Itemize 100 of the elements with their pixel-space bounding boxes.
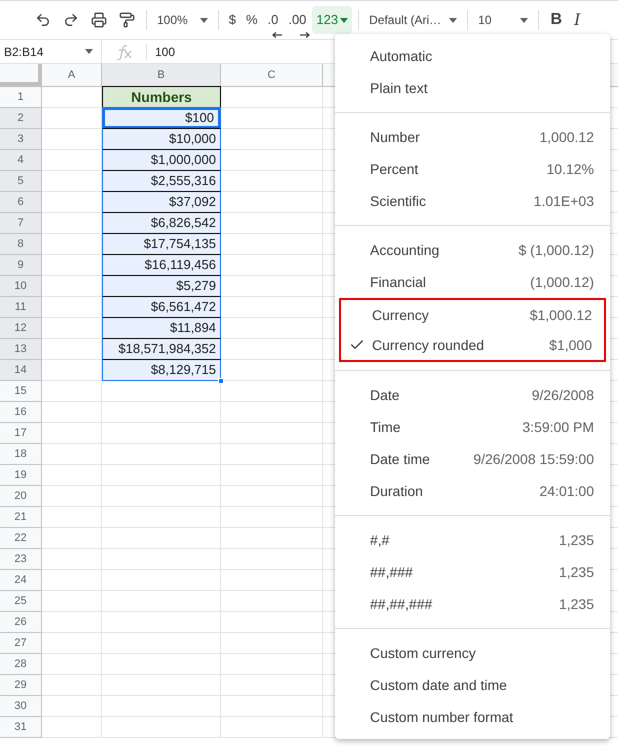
grid-cell[interactable] <box>221 360 323 381</box>
grid-cell[interactable] <box>102 570 221 591</box>
grid-cell[interactable] <box>102 696 221 717</box>
menu-item[interactable]: Currency $1,000.12 <box>339 298 606 330</box>
grid-cell[interactable] <box>221 213 323 234</box>
menu-item[interactable]: Time 3:59:00 PM <box>339 411 606 443</box>
grid-cell[interactable] <box>221 528 323 549</box>
grid-cell[interactable] <box>221 297 323 318</box>
name-box[interactable]: B2:B14 <box>0 40 102 63</box>
grid-cell[interactable] <box>221 276 323 297</box>
format-button[interactable]: % <box>242 6 262 34</box>
row-number[interactable]: 25 <box>0 591 42 612</box>
row-number[interactable]: 13 <box>0 339 42 360</box>
menu-item[interactable]: Number 1,000.12 <box>339 121 606 153</box>
grid-cell[interactable] <box>221 486 323 507</box>
grid-cell[interactable] <box>221 675 323 696</box>
row-number[interactable]: 26 <box>0 612 42 633</box>
grid-cell[interactable] <box>221 696 323 717</box>
grid-cell[interactable] <box>102 591 221 612</box>
grid-cell[interactable] <box>102 528 221 549</box>
grid-cell[interactable] <box>102 507 221 528</box>
menu-item[interactable]: Custom date and time <box>339 669 606 701</box>
row-number[interactable]: 8 <box>0 234 42 255</box>
grid-cell[interactable] <box>221 87 323 108</box>
row-number[interactable]: 12 <box>0 318 42 339</box>
grid-cell[interactable] <box>42 633 102 654</box>
grid-cell[interactable] <box>221 549 323 570</box>
grid-cell[interactable] <box>42 570 102 591</box>
menu-item[interactable]: Custom number format <box>339 701 606 733</box>
grid-cell[interactable] <box>42 612 102 633</box>
row-number[interactable]: 14 <box>0 360 42 381</box>
grid-cell[interactable] <box>42 549 102 570</box>
menu-item[interactable]: Date time 9/26/2008 15:59:00 <box>339 443 606 475</box>
menu-item[interactable]: Custom currency <box>339 637 606 669</box>
row-number[interactable]: 28 <box>0 654 42 675</box>
grid-cell[interactable] <box>42 717 102 738</box>
grid-cell[interactable] <box>102 675 221 696</box>
grid-cell[interactable] <box>102 402 221 423</box>
row-number[interactable]: 6 <box>0 192 42 213</box>
grid-cell[interactable] <box>221 150 323 171</box>
bold-button[interactable]: B <box>544 8 568 32</box>
grid-cell[interactable] <box>42 486 102 507</box>
grid-cell[interactable] <box>42 465 102 486</box>
grid-cell[interactable] <box>221 171 323 192</box>
grid-cell[interactable] <box>42 675 102 696</box>
row-number[interactable]: 19 <box>0 465 42 486</box>
grid-cell[interactable] <box>42 402 102 423</box>
grid-cell[interactable] <box>221 465 323 486</box>
grid-cell[interactable] <box>42 444 102 465</box>
print-icon[interactable] <box>91 12 107 28</box>
grid-cell[interactable] <box>102 654 221 675</box>
grid-cell[interactable] <box>102 717 221 738</box>
grid-cell[interactable] <box>221 423 323 444</box>
row-number[interactable]: 21 <box>0 507 42 528</box>
row-number[interactable]: 1 <box>0 87 42 108</box>
paint-format-icon[interactable] <box>119 12 135 28</box>
menu-item[interactable]: Scientific 1.01E+03 <box>339 185 606 217</box>
menu-item[interactable]: Financial (1,000.12) <box>339 266 606 298</box>
grid-cell[interactable] <box>221 339 323 360</box>
grid-cell[interactable] <box>42 507 102 528</box>
menu-item[interactable]: ##,### 1,235 <box>339 556 606 588</box>
row-number[interactable]: 30 <box>0 696 42 717</box>
column-header[interactable]: A <box>42 64 102 86</box>
grid-cell[interactable] <box>42 654 102 675</box>
row-number[interactable]: 15 <box>0 381 42 402</box>
undo-icon[interactable] <box>35 12 51 28</box>
row-number[interactable]: 7 <box>0 213 42 234</box>
menu-item[interactable]: Currency rounded $1,000 <box>339 330 606 362</box>
row-number[interactable]: 22 <box>0 528 42 549</box>
menu-item[interactable]: #,# 1,235 <box>339 524 606 556</box>
grid-cell[interactable] <box>102 465 221 486</box>
grid-cell[interactable] <box>221 612 323 633</box>
font-size-dropdown[interactable]: 10 <box>474 11 532 29</box>
grid-cell[interactable] <box>221 591 323 612</box>
menu-item[interactable]: Duration 24:01:00 <box>339 475 606 507</box>
menu-item[interactable]: Accounting $ (1,000.12) <box>339 234 606 266</box>
menu-item[interactable]: Percent 10.12% <box>339 153 606 185</box>
menu-item[interactable]: Date 9/26/2008 <box>339 379 606 411</box>
column-header[interactable]: C <box>221 64 323 86</box>
row-number[interactable]: 16 <box>0 402 42 423</box>
menu-item[interactable]: ##,##,### 1,235 <box>339 588 606 620</box>
grid-cell[interactable] <box>221 255 323 276</box>
format-button[interactable]: .00 <box>284 6 310 34</box>
format-button[interactable]: .0 <box>264 6 282 34</box>
format-button[interactable]: 123 <box>312 6 352 34</box>
grid-cell[interactable] <box>221 402 323 423</box>
grid-cell[interactable] <box>42 528 102 549</box>
row-number[interactable]: 27 <box>0 633 42 654</box>
grid-cell[interactable] <box>221 570 323 591</box>
grid-cell[interactable] <box>102 633 221 654</box>
grid-cell[interactable] <box>102 549 221 570</box>
row-number[interactable]: 31 <box>0 717 42 738</box>
zoom-dropdown[interactable]: 100% <box>153 11 212 29</box>
grid-cell[interactable] <box>221 507 323 528</box>
format-button[interactable]: $ <box>224 6 240 34</box>
grid-cell[interactable] <box>221 129 323 150</box>
row-number[interactable]: 9 <box>0 255 42 276</box>
grid-cell[interactable] <box>102 486 221 507</box>
row-number[interactable]: 23 <box>0 549 42 570</box>
row-number[interactable]: 3 <box>0 129 42 150</box>
